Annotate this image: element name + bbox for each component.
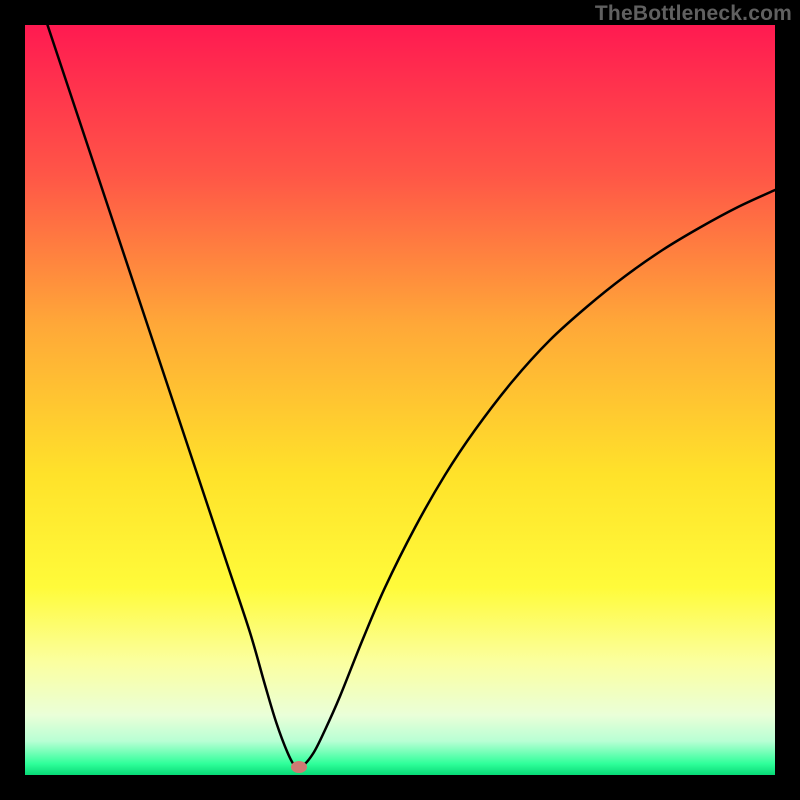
bottleneck-curve	[25, 25, 775, 775]
watermark-text: TheBottleneck.com	[595, 2, 792, 26]
plot-area	[25, 25, 775, 775]
chart-stage: TheBottleneck.com	[0, 0, 800, 800]
optimal-marker	[291, 761, 307, 773]
